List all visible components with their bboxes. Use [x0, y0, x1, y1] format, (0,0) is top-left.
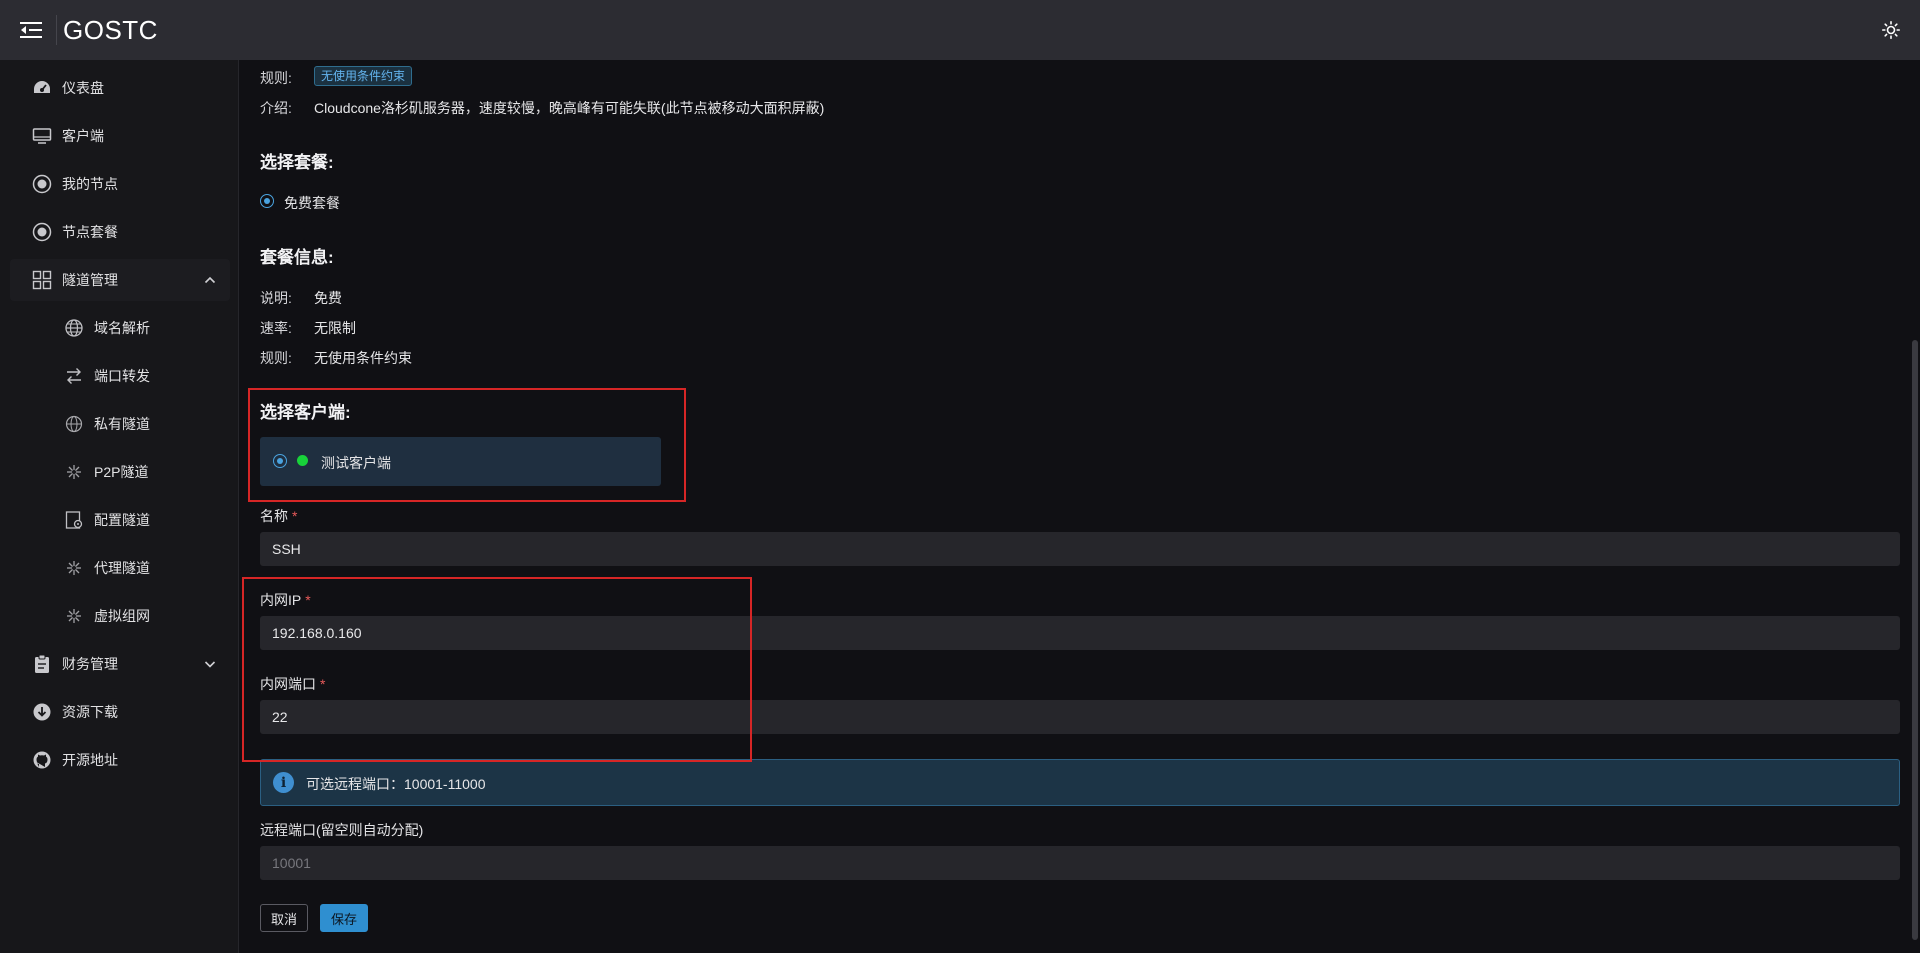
- plan-info-value: 免费: [314, 290, 342, 306]
- remote-port-input[interactable]: [260, 846, 1900, 880]
- scrollbar-thumb[interactable]: [1912, 340, 1918, 940]
- node-plan-icon: [31, 221, 53, 243]
- port-field-label: 内网端口 *: [260, 676, 326, 692]
- config-icon: [63, 509, 85, 531]
- monitor-icon: [31, 125, 53, 147]
- sidebar-item-label: 域名解析: [94, 320, 150, 336]
- chevron-up-icon: [202, 272, 218, 288]
- rule-label: 规则:: [260, 70, 292, 86]
- client-radio[interactable]: [273, 454, 287, 468]
- online-status-dot: [297, 455, 308, 466]
- github-icon: [31, 749, 53, 771]
- info-text: 可选远程端口：10001-11000: [306, 776, 486, 792]
- vnet-icon: [63, 605, 85, 627]
- sidebar-item-my-nodes[interactable]: 我的节点: [10, 163, 230, 205]
- client-select-title: 选择客户端:: [260, 403, 351, 422]
- sidebar-item-label: 我的节点: [62, 176, 118, 192]
- clipboard-icon: [31, 653, 53, 675]
- required-mark: *: [305, 592, 311, 608]
- p2p-icon: [63, 461, 85, 483]
- required-mark: *: [292, 508, 298, 524]
- cancel-button[interactable]: 取消: [260, 904, 308, 932]
- intro-value: Cloudcone洛杉矶服务器，速度较慢，晚高峰有可能失联(此节点被移动大面积屏…: [314, 100, 825, 116]
- grid-icon: [31, 269, 53, 291]
- sidebar-item-label: 财务管理: [62, 656, 118, 672]
- sun-icon[interactable]: [1876, 15, 1906, 45]
- sidebar-item-label: 配置隧道: [94, 512, 150, 528]
- sidebar-item-config-tunnel[interactable]: 配置隧道: [10, 499, 230, 541]
- menu-collapse-icon[interactable]: [16, 15, 46, 45]
- plan-info-label: 速率:: [260, 320, 292, 336]
- sidebar-item-virtual-network[interactable]: 虚拟组网: [10, 595, 230, 637]
- sidebar-item-p2p-tunnel[interactable]: P2P隧道: [10, 451, 230, 493]
- name-input[interactable]: [260, 532, 1900, 566]
- sidebar-item-label: 开源地址: [62, 752, 118, 768]
- sidebar-item-label: 仪表盘: [62, 80, 104, 96]
- sidebar-item-label: 代理隧道: [94, 560, 150, 576]
- node-icon: [31, 173, 53, 195]
- client-name: 测试客户端: [321, 455, 391, 471]
- sidebar-item-label: P2P隧道: [94, 464, 149, 480]
- sidebar-item-label: 私有隧道: [94, 416, 150, 432]
- plan-info-title: 套餐信息:: [260, 248, 334, 267]
- sidebar-item-proxy-tunnel[interactable]: 代理隧道: [10, 547, 230, 589]
- plan-info-label: 规则:: [260, 350, 292, 366]
- transfer-icon: [63, 365, 85, 387]
- dashboard-icon: [31, 77, 53, 99]
- name-field-label: 名称 *: [260, 508, 298, 524]
- app-title: GOSTC: [63, 14, 158, 45]
- header-divider: [56, 15, 57, 45]
- ip-input[interactable]: [260, 616, 1900, 650]
- sidebar-item-node-plans[interactable]: 节点套餐: [10, 211, 230, 253]
- sidebar-item-client[interactable]: 客户端: [10, 115, 230, 157]
- intro-label: 介绍:: [260, 100, 292, 116]
- sidebar: 仪表盘 客户端 我的节点 节点套餐 隧道管理 域名解析 端口转发 私有隧道 P2…: [0, 60, 239, 953]
- plan-radio[interactable]: [260, 194, 274, 208]
- sidebar-item-dashboard[interactable]: 仪表盘: [10, 67, 230, 109]
- chevron-down-icon: [202, 656, 218, 672]
- globe-icon: [63, 317, 85, 339]
- remote-port-label: 远程端口(留空则自动分配): [260, 822, 424, 838]
- highlight-box-ip-port: [242, 577, 752, 762]
- sidebar-item-domain-resolve[interactable]: 域名解析: [10, 307, 230, 349]
- sidebar-item-label: 节点套餐: [62, 224, 118, 240]
- proxy-icon: [63, 557, 85, 579]
- sidebar-item-finance[interactable]: 财务管理: [10, 643, 230, 685]
- plan-info-label: 说明:: [260, 290, 292, 306]
- sidebar-item-tunnel-management[interactable]: 隧道管理: [10, 259, 230, 301]
- ip-field-label: 内网IP *: [260, 592, 311, 608]
- sidebar-item-downloads[interactable]: 资源下载: [10, 691, 230, 733]
- info-icon: i: [273, 772, 294, 793]
- top-header: GOSTC: [0, 0, 1920, 60]
- plan-select-title: 选择套餐:: [260, 153, 334, 172]
- sidebar-item-port-forward[interactable]: 端口转发: [10, 355, 230, 397]
- sidebar-item-label: 隧道管理: [62, 272, 118, 288]
- sidebar-item-label: 资源下载: [62, 704, 118, 720]
- sidebar-item-open-source[interactable]: 开源地址: [10, 739, 230, 781]
- sidebar-item-label: 端口转发: [94, 368, 150, 384]
- port-input[interactable]: [260, 700, 1900, 734]
- sidebar-item-label: 客户端: [62, 128, 104, 144]
- remote-port-info-alert: i 可选远程端口：10001-11000: [260, 759, 1900, 806]
- sidebar-item-private-tunnel[interactable]: 私有隧道: [10, 403, 230, 445]
- network-globe-icon: [63, 413, 85, 435]
- plan-info-value: 无限制: [314, 320, 356, 336]
- required-mark: *: [320, 676, 326, 692]
- save-button[interactable]: 保存: [320, 904, 368, 932]
- plan-option-label[interactable]: 免费套餐: [284, 193, 340, 213]
- download-icon: [31, 701, 53, 723]
- rule-tag: 无使用条件约束: [314, 66, 413, 86]
- client-option-card[interactable]: 测试客户端: [260, 437, 661, 486]
- plan-info-value: 无使用条件约束: [314, 350, 412, 366]
- sidebar-item-label: 虚拟组网: [94, 608, 150, 624]
